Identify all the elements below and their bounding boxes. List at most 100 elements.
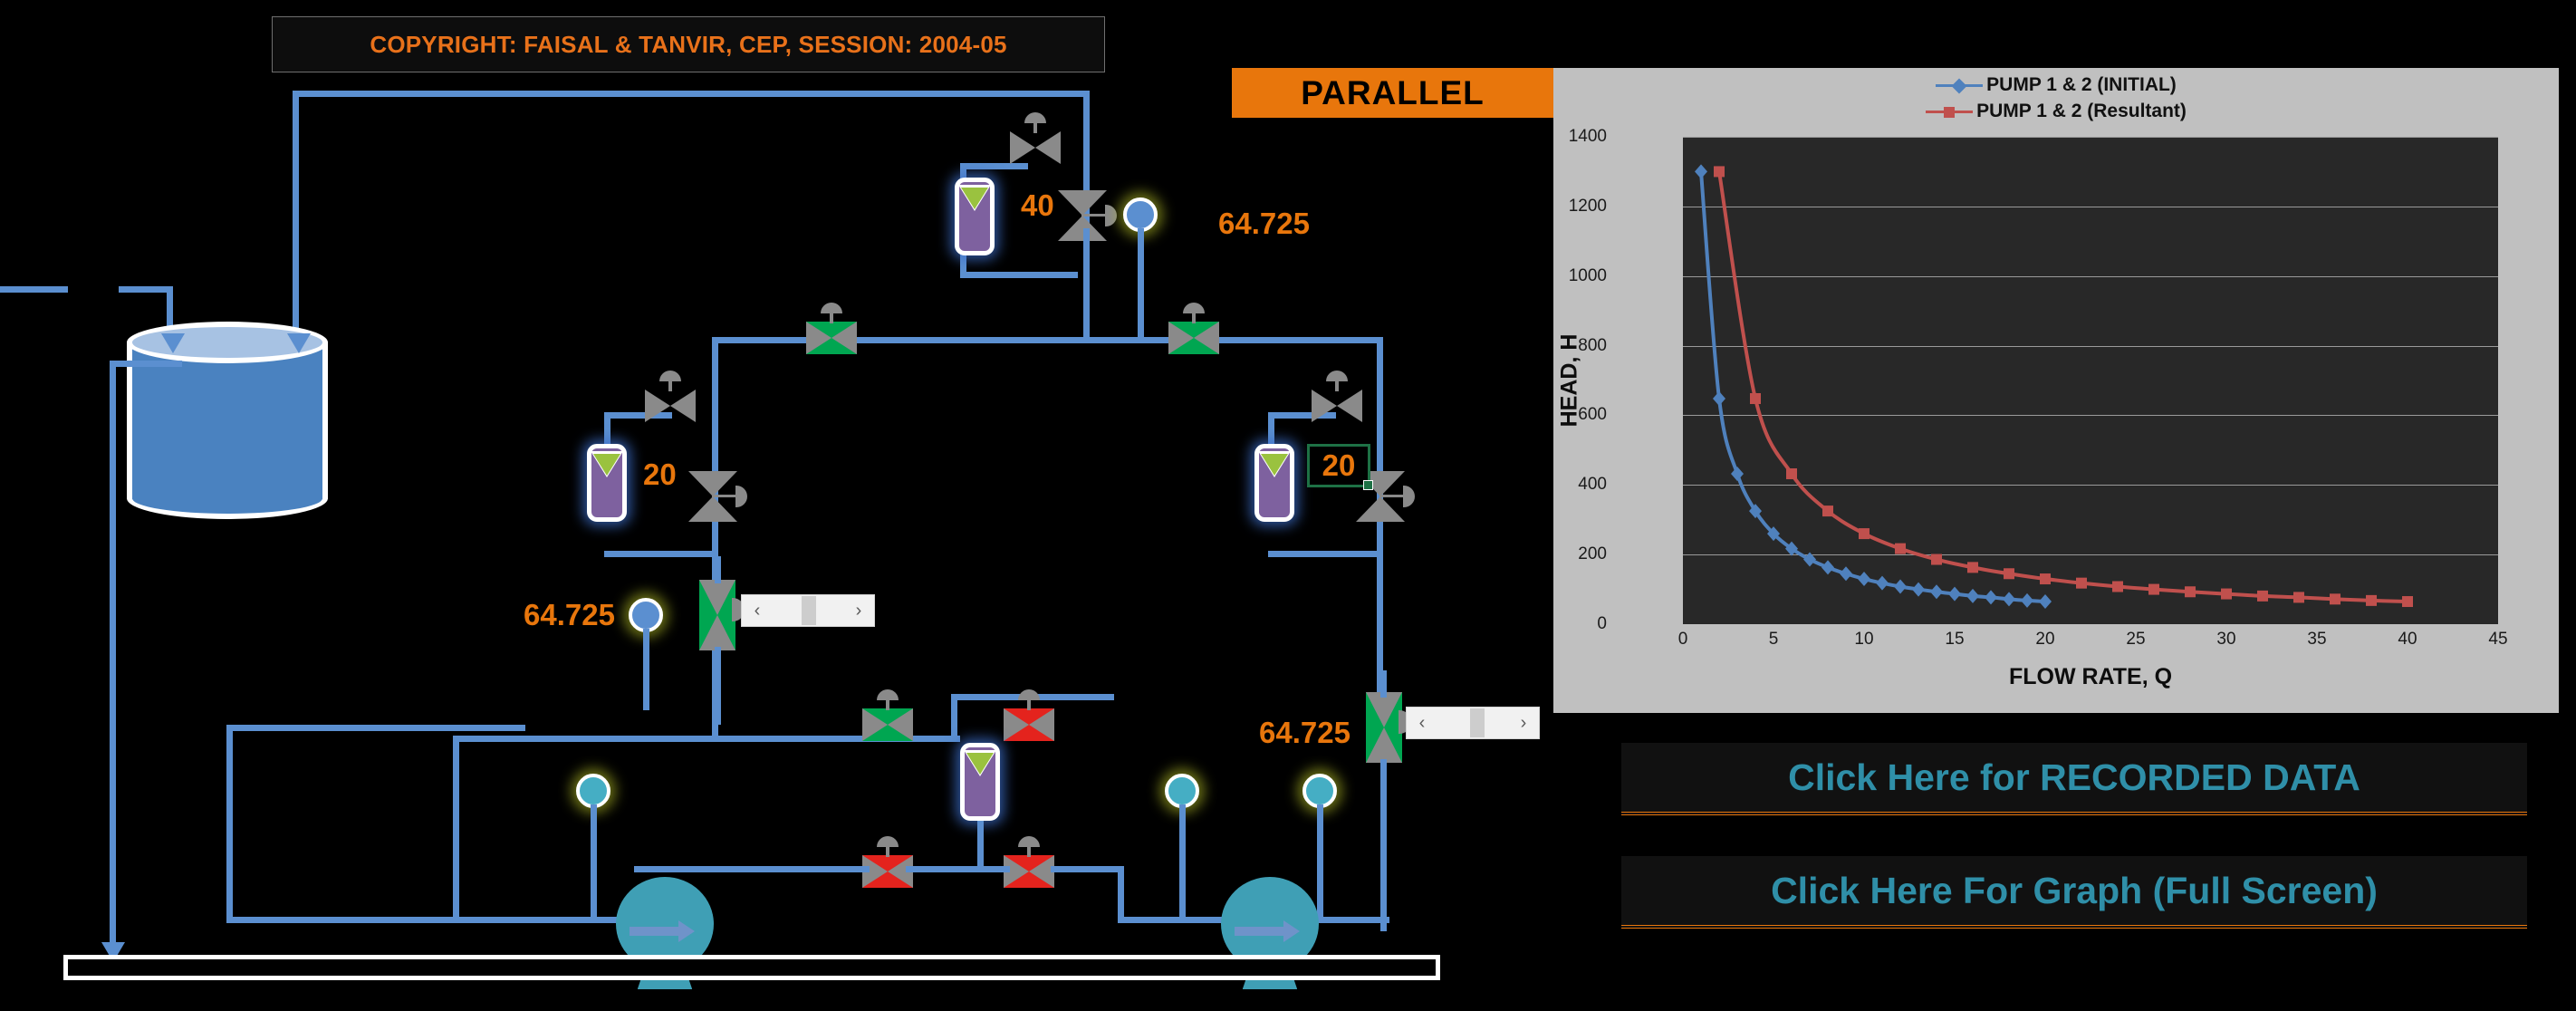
recorded-data-button[interactable]: Click Here for RECORDED DATA [1621,743,2527,815]
series-marker [1912,582,1925,597]
series-marker [1931,554,1942,565]
flow-arrow-down-icon [287,333,311,353]
pressure-gauge-left [587,444,627,522]
valve-manifold-green[interactable] [862,689,913,741]
chart-legend: PUMP 1 & 2 (INITIAL) PUMP 1 & 2 (Resulta… [1553,73,2559,128]
full-screen-graph-button[interactable]: Click Here For Graph (Full Screen) [1621,856,2527,929]
series-marker [1966,588,1979,603]
valve-header-right[interactable] [1168,303,1219,354]
level-indicator-icon [961,188,988,209]
pressure-gauge-mid [960,743,1000,821]
series-marker [1876,575,1889,591]
scrollbar-right[interactable]: ‹ › [1406,707,1540,739]
pipe-segment [977,821,984,866]
valve-top-relief[interactable] [1010,112,1061,164]
valve-body [1312,390,1362,422]
pressure-gauge-top [955,178,995,255]
series-marker [2003,592,2015,607]
scroll-right-prev-icon[interactable]: ‹ [1407,708,1437,738]
scrollbar-left[interactable]: ‹ › [741,594,875,627]
valve-handwheel-icon [1326,371,1348,381]
pipe-segment [960,163,1028,169]
pipe-segment [1380,759,1387,931]
valve-right-relief[interactable] [1312,371,1362,422]
x-axis-tick-label: 40 [2398,630,2417,649]
plot-wrapper: HEAD, H FLOW RATE, Q 0 200 400 600 800 1000 12… [1553,124,2559,713]
scroll-left-prev-icon[interactable]: ‹ [742,595,773,626]
series-marker [2221,588,2232,600]
series-marker [2366,594,2377,606]
series-marker [1713,390,1725,406]
valve-body [862,708,913,741]
control-valve-left[interactable] [688,471,747,522]
valve-left-relief[interactable] [645,371,696,422]
pipe-segment [715,647,721,725]
series-plot [1695,164,2413,610]
pipe-segment [604,551,717,557]
x-axis-tick-label: 5 [1768,630,1779,649]
y-axis-tick-label: 400 [1578,475,1607,495]
series-marker [1948,586,1961,602]
flow-meter-top [1123,197,1158,232]
pipe-segment [293,91,1090,97]
pipe-segment [1179,804,1186,919]
valve-body [1004,708,1054,741]
x-axis-tick-label: 15 [1945,630,1965,649]
x-axis-tick-label: 35 [2307,630,2327,649]
legend-marker-square-icon [1926,103,1974,120]
scroll-right-thumb[interactable] [1470,708,1485,737]
series-line-1 [1717,171,2408,604]
selected-cell-head-right[interactable]: 20 [1307,444,1373,490]
pipe-segment [1268,551,1381,557]
series-marker [1731,466,1744,481]
series-marker [1803,552,1816,567]
scroll-left-thumb[interactable] [802,596,816,625]
full-screen-graph-button-label: Click Here For Graph (Full Screen) [1771,869,2378,911]
valve-mid-left[interactable] [699,580,735,650]
legend-item-initial: PUMP 1 & 2 (INITIAL) [1936,73,2177,97]
pipe-segment [960,272,1078,278]
cell-fill-handle[interactable] [1363,480,1373,490]
x-axis-tick-label: 25 [2126,630,2146,649]
series-marker [1786,467,1797,479]
pipe-segment [1118,866,1124,920]
series-marker [2185,586,2196,598]
series-marker [1930,584,1943,600]
flow-meter-pump2-b [1302,774,1337,808]
series-marker [2330,593,2341,605]
x-axis-title: FLOW RATE, Q [2008,664,2173,689]
y-axis-tick-label: 600 [1578,405,1607,425]
valve-body [806,322,857,354]
valve-manifold-red-top[interactable] [1004,689,1054,741]
legend-item-resultant: PUMP 1 & 2 (Resultant) [1926,100,2187,123]
valve-actuator-icon [1403,486,1415,507]
valve-header-left[interactable] [806,303,857,354]
valve-body [1004,855,1054,888]
level-indicator-icon [1261,454,1288,476]
valve-actuator-icon [1105,205,1117,226]
flow-meter-pump1 [576,774,610,808]
valve-handwheel-icon [877,689,899,700]
valve-bottom-right[interactable] [1366,692,1402,763]
pump-inlet-arrow-icon [630,920,696,942]
valve-manifold-red-bottom-right[interactable] [1004,836,1054,888]
scroll-left-track[interactable] [773,595,843,626]
pump-curve-chart: PUMP 1 & 2 (INITIAL) PUMP 1 & 2 (Resulta… [1553,68,2559,713]
copyright-text: COPYRIGHT: FAISAL & TANVIR, CEP, SESSION… [370,30,1007,58]
scroll-right-next-icon[interactable]: › [1508,708,1539,738]
copyright-banner: COPYRIGHT: FAISAL & TANVIR, CEP, SESSION… [272,16,1105,72]
x-axis-tick-label: 20 [2035,630,2055,649]
control-valve-top[interactable] [1058,190,1117,241]
scroll-left-next-icon[interactable]: › [843,595,874,626]
series-marker [2076,577,2087,589]
y-axis-tick-label: 1200 [1568,196,1607,216]
scroll-right-track[interactable] [1437,708,1508,738]
valve-body [645,390,696,422]
pipe-segment [1138,228,1144,339]
pipe-segment [1051,866,1123,872]
pipe-segment [0,286,68,293]
mode-tag-label: PARALLEL [1301,73,1485,111]
pipe-segment [110,361,116,958]
valve-handwheel-icon [1024,112,1046,123]
series-marker [2257,590,2268,602]
